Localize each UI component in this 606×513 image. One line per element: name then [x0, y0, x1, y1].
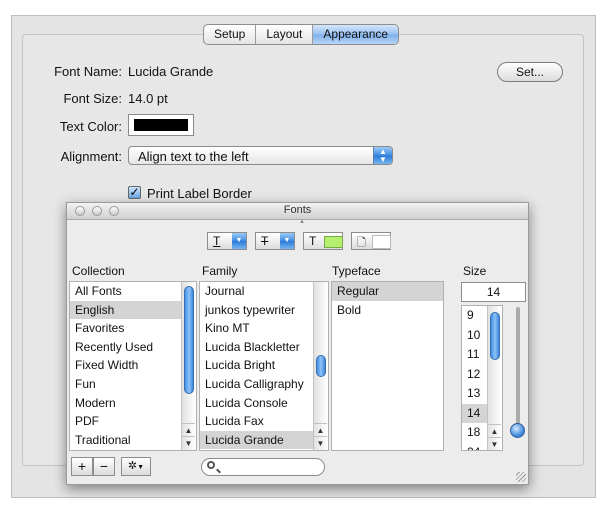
text-color-icon: T — [309, 234, 317, 248]
size-list[interactable]: 9 10 11 12 13 14 18 24 ▲ ▼ — [461, 305, 503, 451]
list-item[interactable]: Lucida Calligraphy — [200, 375, 328, 394]
chevron-down-icon: ▼ — [280, 233, 294, 249]
list-item[interactable]: Kino MT — [200, 319, 328, 338]
list-item[interactable]: Lucida Console — [200, 394, 328, 413]
list-item[interactable]: Traditional — [70, 431, 196, 450]
font-size-label: Font Size: — [63, 91, 122, 106]
list-item[interactable]: Regular — [332, 282, 443, 301]
text-color-swatch — [324, 236, 343, 248]
resize-grip-icon[interactable] — [516, 472, 526, 482]
font-search-input[interactable] — [201, 458, 325, 476]
strikethrough-icon: T — [261, 234, 269, 248]
alignment-label: Alignment: — [60, 149, 122, 164]
fonts-titlebar[interactable]: Fonts — [67, 203, 528, 220]
document-color-button[interactable]: 🗋 — [351, 232, 391, 250]
scroll-thumb[interactable] — [490, 312, 500, 360]
alignment-popup[interactable]: Align text to the left ▲ ▼ — [128, 146, 393, 165]
add-collection-button[interactable]: + — [71, 457, 93, 476]
list-item[interactable]: Journal — [200, 282, 328, 301]
family-scrollbar[interactable]: ▲ ▼ — [313, 282, 328, 450]
font-name-value: Lucida Grande — [128, 64, 214, 79]
typeface-header: Typeface — [332, 264, 381, 278]
tab-appearance[interactable]: Appearance — [313, 25, 399, 44]
collection-scrollbar[interactable]: ▲ ▼ — [181, 282, 196, 450]
tab-setup[interactable]: Setup — [204, 25, 257, 44]
text-color-swatch — [134, 119, 188, 131]
size-slider-track[interactable] — [516, 307, 520, 437]
toolbar-toggle-icon[interactable]: ▲ — [299, 219, 305, 225]
list-item[interactable]: Fixed Width — [70, 356, 196, 375]
list-item[interactable]: Lucida Grande — [200, 430, 328, 450]
list-item[interactable]: Bold — [332, 301, 443, 320]
strikethrough-menu-button[interactable]: T ▼ — [255, 232, 295, 250]
tab-layout[interactable]: Layout — [256, 25, 314, 44]
scroll-down-icon[interactable]: ▼ — [182, 436, 195, 450]
scroll-down-icon[interactable]: ▼ — [488, 437, 501, 450]
family-list[interactable]: Journal junkos typewriter Kino MT Lucida… — [199, 281, 329, 451]
scroll-down-icon[interactable]: ▼ — [314, 436, 327, 450]
collection-list[interactable]: All Fonts English Favorites Recently Use… — [69, 281, 197, 451]
size-input[interactable]: 14 — [461, 282, 526, 302]
print-border-label: Print Label Border — [147, 186, 252, 201]
alignment-value: Align text to the left — [138, 149, 249, 164]
list-item[interactable]: English — [70, 300, 196, 320]
list-item[interactable]: junkos typewriter — [200, 301, 328, 320]
list-item[interactable]: Lucida Blackletter — [200, 338, 328, 357]
list-item[interactable]: Favorites — [70, 319, 196, 338]
list-item[interactable]: All Fonts — [70, 282, 196, 301]
underline-icon: T — [213, 234, 221, 248]
fonts-window: Fonts ▲ T ▼ T ▼ T 🗋 Collection Family Ty… — [66, 202, 529, 485]
list-item[interactable]: PDF — [70, 412, 196, 431]
list-item[interactable]: Modern — [70, 394, 196, 413]
size-slider-knob[interactable] — [510, 423, 525, 438]
print-border-checkbox[interactable]: ✓ — [128, 186, 141, 199]
list-item[interactable]: Lucida Fax — [200, 412, 328, 431]
underline-menu-button[interactable]: T ▼ — [207, 232, 247, 250]
scroll-thumb[interactable] — [316, 355, 326, 377]
scroll-up-icon[interactable]: ▲ — [182, 423, 195, 437]
fonts-window-title: Fonts — [283, 204, 312, 216]
font-size-value: 14.0 pt — [128, 91, 168, 106]
document-color-swatch — [372, 235, 391, 249]
scroll-up-icon[interactable]: ▲ — [488, 424, 501, 438]
text-color-label: Text Color: — [59, 119, 122, 134]
family-header: Family — [202, 264, 238, 278]
chevron-down-icon: ▼ — [232, 233, 246, 249]
document-icon: 🗋 — [357, 237, 366, 249]
text-color-button[interactable]: T — [303, 232, 343, 250]
remove-collection-button[interactable]: − — [93, 457, 115, 476]
size-scrollbar[interactable]: ▲ ▼ — [487, 306, 502, 450]
scroll-up-icon[interactable]: ▲ — [314, 423, 327, 437]
gear-icon: ✲ — [127, 460, 138, 472]
set-font-button[interactable]: Set... — [497, 62, 563, 82]
list-item[interactable]: Recently Used — [70, 338, 196, 357]
typeface-list[interactable]: Regular Bold — [331, 281, 444, 451]
collection-header: Collection — [72, 264, 125, 278]
list-item[interactable]: Lucida Bright — [200, 356, 328, 375]
text-color-well[interactable] — [128, 114, 194, 136]
chevron-down-icon: ▼ — [137, 464, 145, 471]
list-item[interactable]: Fun — [70, 375, 196, 394]
font-name-label: Font Name: — [54, 64, 122, 79]
updown-arrows-icon: ▲ ▼ — [373, 147, 392, 164]
tab-bar: Setup Layout Appearance — [203, 24, 400, 45]
search-icon — [207, 461, 215, 469]
action-menu-button[interactable]: ✲▼ — [121, 457, 151, 476]
scroll-thumb[interactable] — [184, 286, 194, 394]
size-header: Size — [463, 264, 487, 278]
